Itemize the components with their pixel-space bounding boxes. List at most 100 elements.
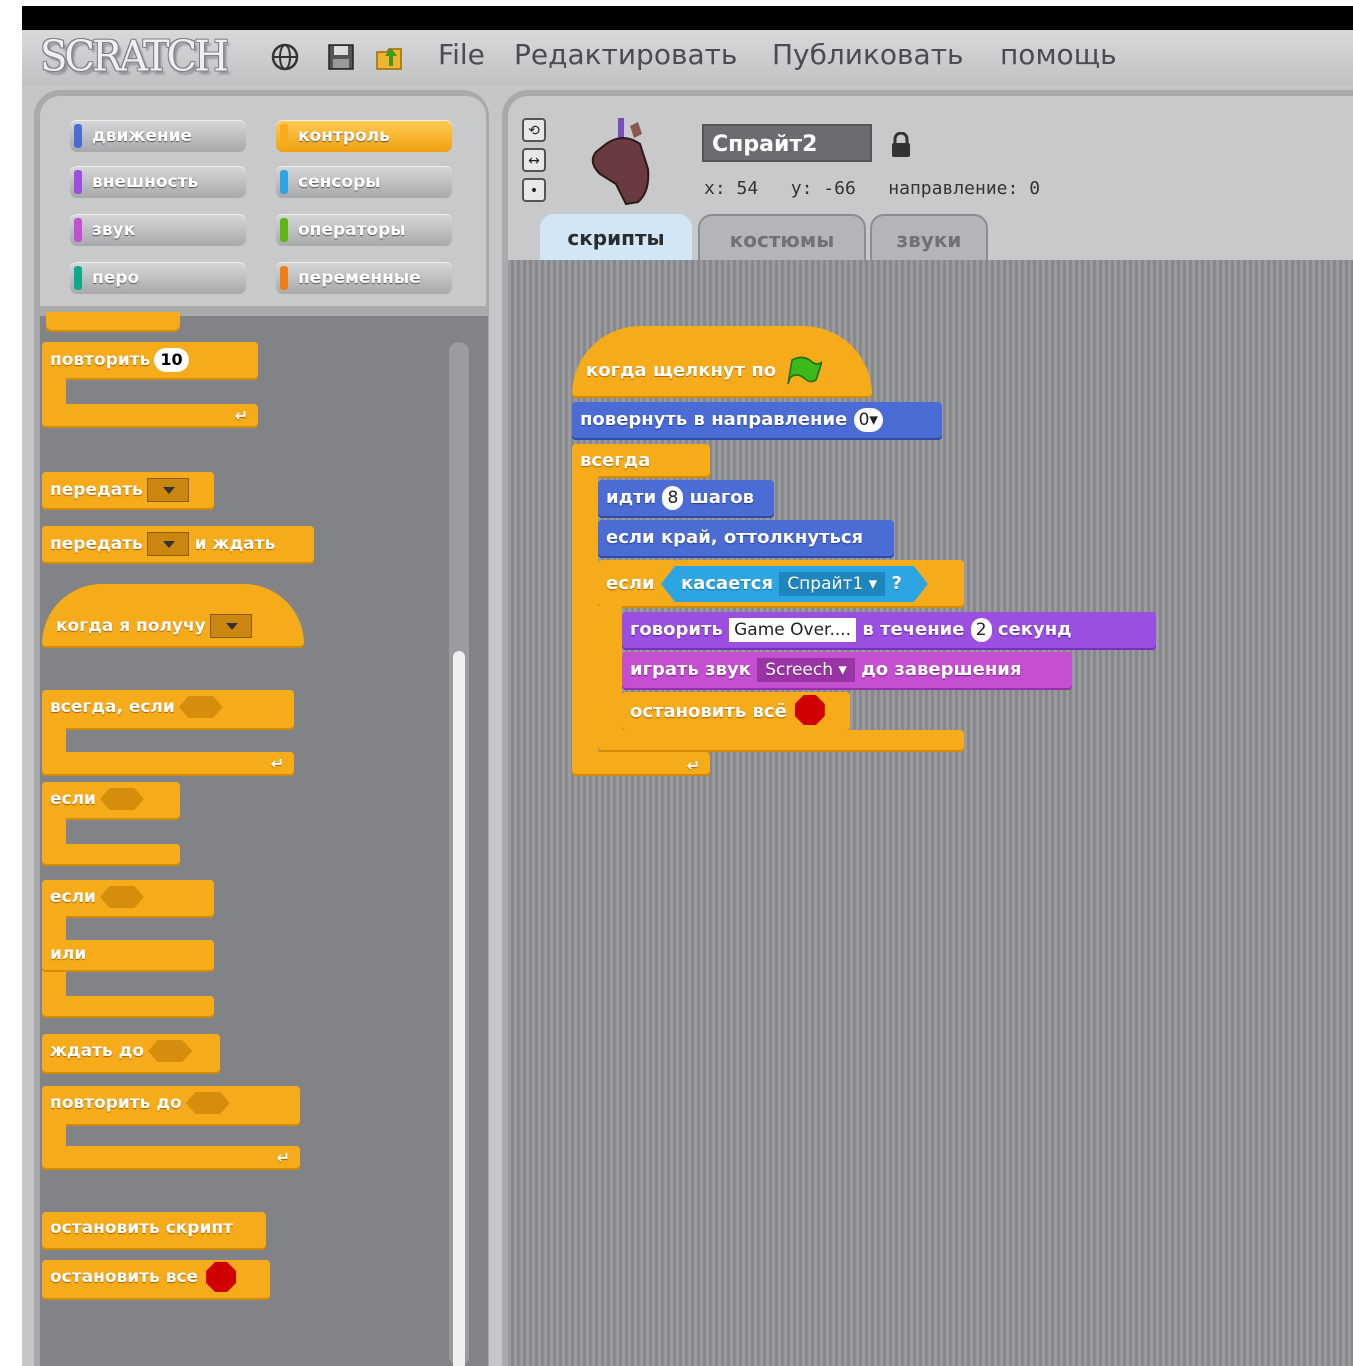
touching-condition[interactable]: касается Спрайт1 ▾ ? <box>661 566 928 602</box>
block-repeat-until[interactable]: повторить до <box>42 1086 300 1126</box>
loop-arrow-icon: ↵ <box>686 756 700 775</box>
block-if[interactable]: если <box>42 782 180 820</box>
variables-color-bar <box>280 266 288 290</box>
category-looks[interactable]: внешность <box>70 166 246 198</box>
direction-label: направление: <box>888 178 1019 199</box>
stop-all-label: остановить всё <box>630 701 787 722</box>
block-broadcast-label: передать <box>50 480 143 500</box>
direction-value: 0 <box>1029 178 1041 199</box>
block-broadcast-wait[interactable]: передать и ждать <box>42 526 314 564</box>
category-control[interactable]: контроль <box>276 120 452 152</box>
sprite-name-field[interactable]: Спрайт2 <box>702 124 872 162</box>
lock-icon[interactable] <box>890 132 912 158</box>
and-wait-label: и ждать <box>194 534 276 554</box>
block-when-receive[interactable]: когда я получу <box>42 584 304 648</box>
repeat-until-bottom: ↵ <box>42 1146 300 1170</box>
category-control-label: контроль <box>298 126 390 146</box>
point-direction-label: повернуть в направление <box>580 409 848 430</box>
block-bounce-on-edge[interactable]: если край, оттолкнуться <box>598 520 894 558</box>
partial-block-top[interactable] <box>46 312 180 332</box>
rotate-style-icon[interactable]: ⟲ <box>522 118 546 142</box>
repeat-bottom: ↵ <box>42 404 258 428</box>
block-broadcast-wait-label: передать <box>50 534 143 554</box>
steps-input[interactable]: 8 <box>662 486 684 510</box>
no-rotate-icon[interactable]: • <box>522 178 546 202</box>
block-if-touching[interactable]: если касается Спрайт1 ▾ ? <box>598 560 964 608</box>
sprite-thumbnail[interactable] <box>578 114 668 210</box>
category-motion[interactable]: движение <box>70 120 246 152</box>
tab-sounds[interactable]: звуки <box>870 214 988 262</box>
condition-slot[interactable] <box>178 696 223 718</box>
category-looks-label: внешность <box>92 172 199 192</box>
block-stop-all[interactable]: остановить всё <box>622 692 850 732</box>
when-flag-label: когда щелкнут по <box>586 360 777 381</box>
block-broadcast[interactable]: передать <box>42 472 214 510</box>
broadcast-dropdown[interactable] <box>146 478 189 502</box>
block-repeat[interactable]: повторить 10 <box>42 342 258 380</box>
condition-slot[interactable] <box>185 1092 230 1114</box>
category-pen[interactable]: перо <box>70 262 246 294</box>
flip-style-icon[interactable]: ↔ <box>522 148 546 172</box>
tab-costumes[interactable]: костюмы <box>698 214 866 262</box>
operators-color-bar <box>280 218 288 242</box>
broadcast-wait-dropdown[interactable] <box>146 532 189 556</box>
else-bar: или <box>42 940 214 972</box>
motion-color-bar <box>74 124 82 148</box>
condition-slot[interactable] <box>99 886 144 908</box>
tab-scripts[interactable]: скрипты <box>540 214 692 262</box>
steps-label: шагов <box>689 487 755 508</box>
block-if-else[interactable]: если <box>42 880 214 918</box>
block-stop-all[interactable]: остановить все <box>42 1260 270 1300</box>
block-say-for-secs[interactable]: говорить Game Over.... в течение 2 секун… <box>622 612 1156 650</box>
category-variables[interactable]: переменные <box>276 262 452 294</box>
touching-target-dropdown[interactable]: Спрайт1 ▾ <box>779 572 885 596</box>
category-sensing-label: сенсоры <box>298 172 381 192</box>
seconds-input[interactable]: 2 <box>970 618 992 642</box>
if-label: если <box>606 573 655 594</box>
forever-bottom: ↵ <box>572 752 710 776</box>
category-sensing[interactable]: сенсоры <box>276 166 452 198</box>
green-flag-icon <box>787 356 824 385</box>
y-value: -66 <box>823 178 856 199</box>
block-forever-if-label: всегда, если <box>50 697 175 717</box>
direction-input-value: 0 <box>858 410 870 430</box>
category-motion-label: движение <box>92 126 193 146</box>
play-sound-label: играть звук <box>630 659 751 680</box>
sprite-coordinates: x: 54 y: -66 направление: 0 <box>704 178 1040 199</box>
touching-target-value: Спрайт1 <box>787 574 864 594</box>
seconds-label: секунд <box>997 619 1072 640</box>
block-wait-until[interactable]: ждать до <box>42 1034 220 1074</box>
sound-dropdown[interactable]: Screech ▾ <box>757 658 855 682</box>
block-when-flag-clicked[interactable]: когда щелкнут по <box>572 326 872 398</box>
if-else-bottom <box>42 996 214 1018</box>
block-if-else-label: если <box>50 887 96 907</box>
receive-dropdown[interactable] <box>209 614 252 638</box>
block-stop-script[interactable]: остановить скрипт <box>42 1212 266 1250</box>
direction-input[interactable]: 0▾ <box>853 408 883 432</box>
block-forever[interactable]: всегда <box>572 444 710 478</box>
block-forever-if[interactable]: всегда, если <box>42 690 294 730</box>
say-text-input[interactable]: Game Over.... <box>729 618 857 642</box>
block-repeat-label: повторить <box>50 350 151 370</box>
loop-arrow-icon: ↵ <box>270 754 284 773</box>
say-label: говорить <box>630 619 723 640</box>
category-sound[interactable]: звук <box>70 214 246 246</box>
repeat-count-input[interactable]: 10 <box>154 348 189 372</box>
block-if-label: если <box>50 789 96 809</box>
sensing-color-bar <box>280 170 288 194</box>
block-play-sound-until-done[interactable]: играть звук Screech ▾ до завершения <box>622 652 1072 690</box>
x-value: 54 <box>736 178 759 199</box>
looks-color-bar <box>74 170 82 194</box>
until-done-label: до завершения <box>861 659 1022 680</box>
category-operators[interactable]: операторы <box>276 214 452 246</box>
block-point-direction[interactable]: повернуть в направление 0▾ <box>572 402 942 440</box>
x-label: x: <box>704 178 726 199</box>
palette-scroll-thumb[interactable] <box>453 651 465 1366</box>
block-move-steps[interactable]: идти 8 шагов <box>598 480 774 518</box>
bounce-label: если край, оттолкнуться <box>606 527 864 548</box>
else-label: или <box>50 944 87 964</box>
condition-slot[interactable] <box>148 1040 193 1062</box>
stop-sign-icon <box>206 1262 237 1292</box>
sound-name-value: Screech <box>765 660 834 680</box>
condition-slot[interactable] <box>99 788 144 810</box>
